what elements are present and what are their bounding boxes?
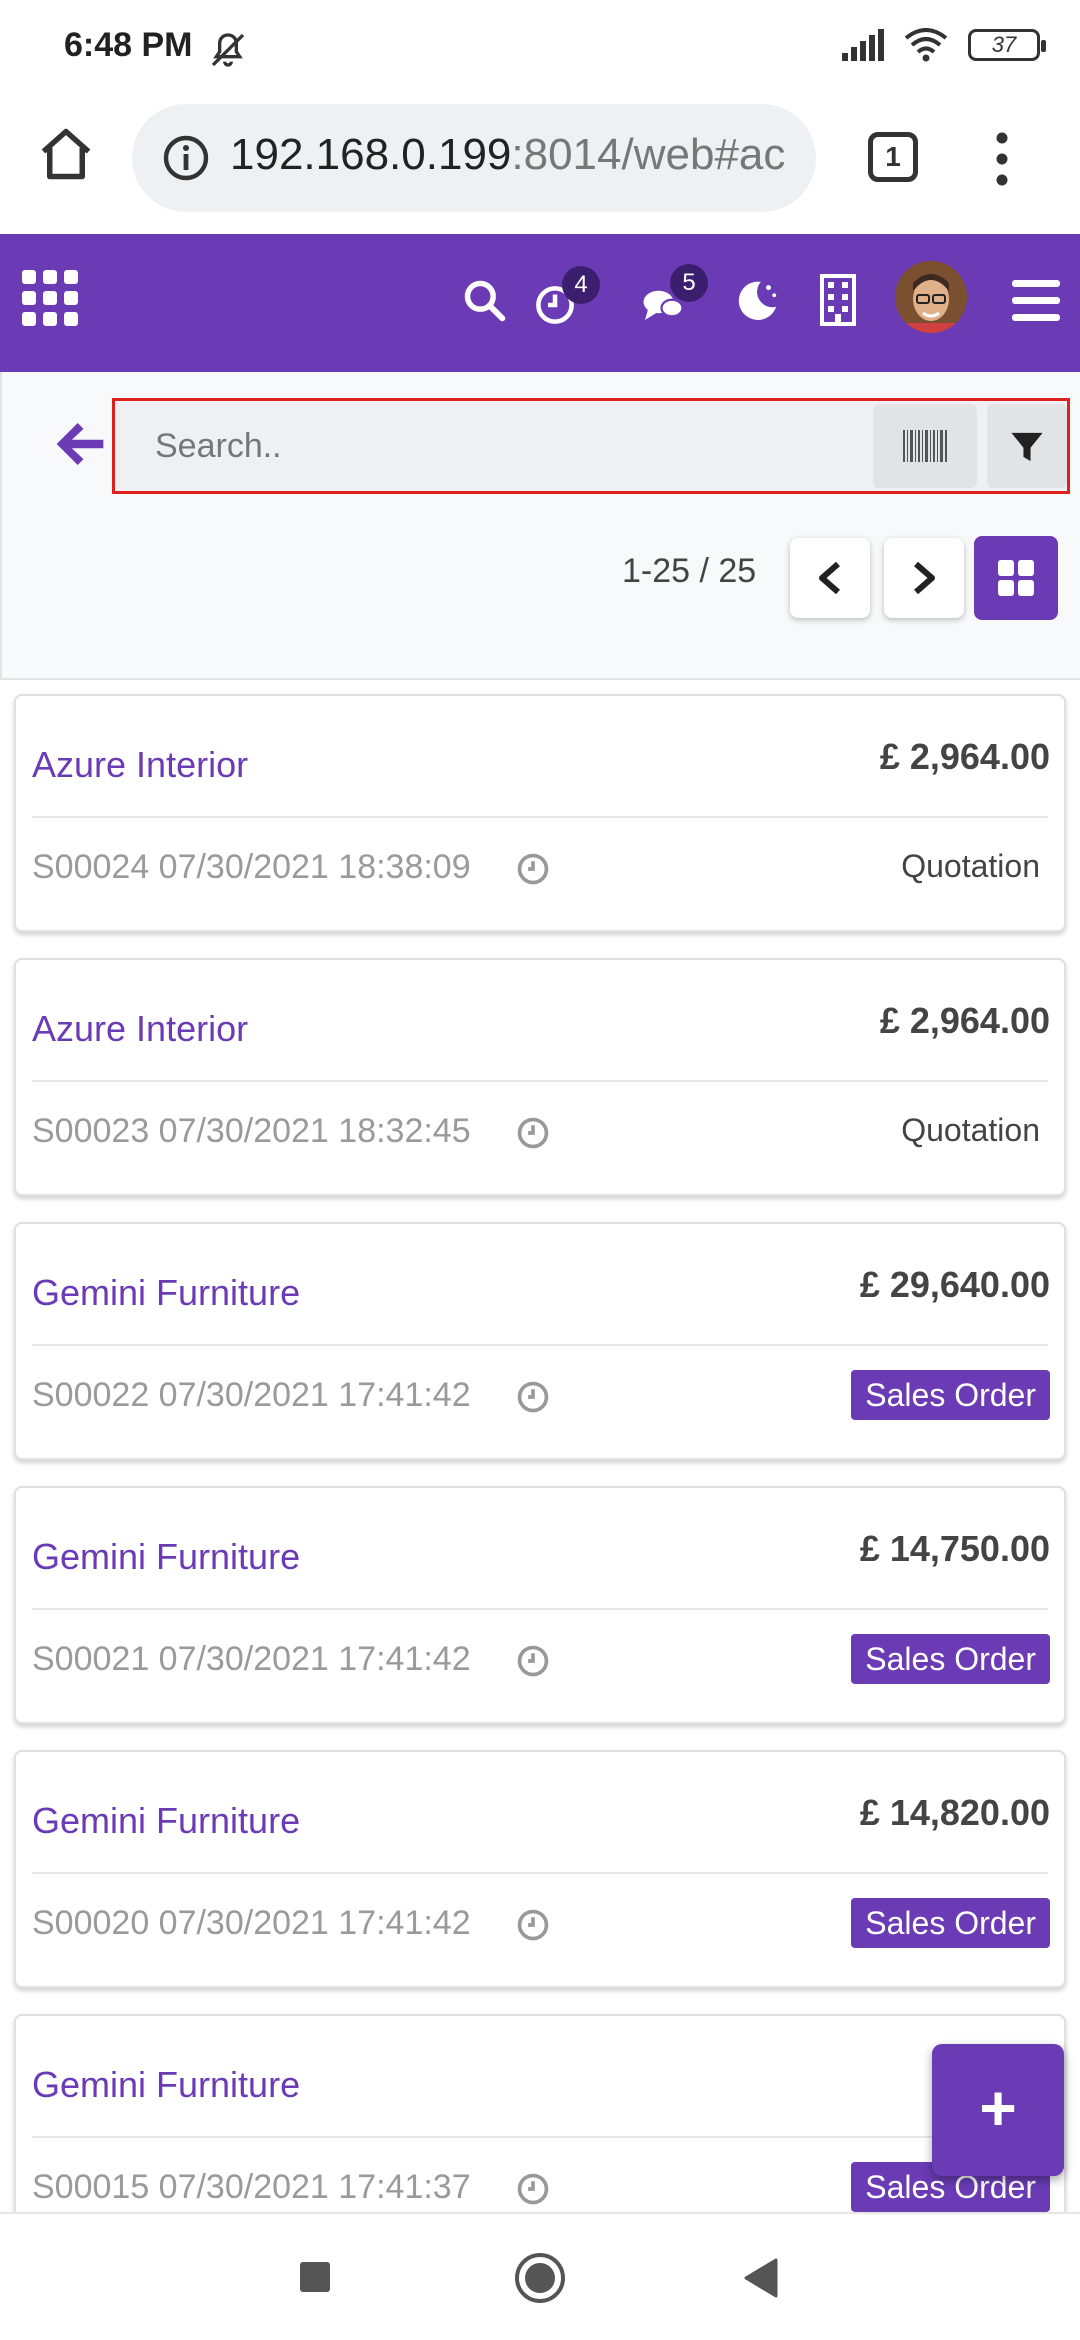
- order-reference: S00022 07/30/2021 17:41:42: [32, 1376, 471, 1414]
- customer-name: Gemini Furniture: [32, 1272, 301, 1313]
- android-navigation-bar: [0, 2212, 1080, 2340]
- card-divider: [32, 1080, 1048, 1082]
- order-amount: £ 14,750.00: [859, 1528, 1050, 1569]
- order-state-badge: Sales Order: [851, 1898, 1050, 1948]
- card-divider: [32, 816, 1048, 818]
- activity-clock-icon[interactable]: [516, 2172, 550, 2206]
- signal-icon: [842, 29, 884, 61]
- tab-switcher-button[interactable]: 1: [868, 132, 918, 182]
- url-text[interactable]: 192.168.0.199:8014/web#ac: [230, 130, 785, 180]
- plus-icon: +: [979, 2072, 1017, 2144]
- recents-square-icon[interactable]: [298, 2260, 332, 2294]
- control-panel: 1-25 / 25: [0, 372, 1080, 680]
- pager-next-button[interactable]: [884, 538, 964, 618]
- filter-funnel-icon: [1011, 432, 1043, 462]
- chevron-left-icon: [819, 562, 840, 594]
- messages-button[interactable]: 5: [640, 264, 710, 334]
- pager-value[interactable]: 1-25 / 25: [622, 552, 756, 591]
- barcode-icon: [903, 430, 947, 462]
- avatar-photo: [895, 261, 967, 333]
- search-icon[interactable]: [462, 278, 506, 322]
- home-circle-icon[interactable]: [514, 2252, 566, 2304]
- battery-indicator: 37: [968, 29, 1046, 61]
- chevron-right-icon: [914, 562, 935, 594]
- order-reference: S00021 07/30/2021 17:41:42: [32, 1640, 471, 1678]
- order-state-badge: Sales Order: [851, 1370, 1050, 1420]
- order-reference: S00015 07/30/2021 17:41:37: [32, 2168, 471, 2206]
- apps-grid-icon[interactable]: [22, 270, 78, 326]
- order-card[interactable]: Azure Interior £ 2,964.00 S00023 07/30/2…: [14, 958, 1066, 1196]
- browser-toolbar: 192.168.0.199:8014/web#ac 1: [0, 96, 1080, 234]
- order-card[interactable]: Gemini Furniture £ 14,750.00 S00021 07/3…: [14, 1486, 1066, 1724]
- user-avatar[interactable]: [895, 261, 967, 333]
- more-vert-icon[interactable]: [996, 132, 1008, 186]
- customer-name: Azure Interior: [32, 1008, 249, 1049]
- customer-name: Gemini Furniture: [32, 1800, 301, 1841]
- pager-previous-button[interactable]: [790, 538, 870, 618]
- status-time: 6:48 PM: [64, 26, 193, 64]
- url-path: :8014/web#ac: [511, 130, 786, 179]
- activity-clock-icon[interactable]: [516, 852, 550, 886]
- card-divider: [32, 1872, 1048, 1874]
- order-reference: S00024 07/30/2021 18:38:09: [32, 848, 471, 886]
- grid-view-icon: [998, 560, 1034, 596]
- order-reference: S00023 07/30/2021 18:32:45: [32, 1112, 471, 1150]
- barcode-scan-button[interactable]: [873, 404, 977, 488]
- order-state-badge: Sales Order: [851, 1634, 1050, 1684]
- url-host: 192.168.0.199: [230, 130, 512, 179]
- activity-clock-icon[interactable]: [516, 1644, 550, 1678]
- create-record-button[interactable]: +: [932, 2044, 1064, 2176]
- search-bar: [112, 398, 1070, 494]
- activity-clock-icon[interactable]: [516, 1380, 550, 1414]
- activity-button[interactable]: 4: [532, 266, 602, 334]
- order-state: Quotation: [901, 848, 1040, 884]
- messages-count-badge: 5: [670, 264, 708, 302]
- order-card[interactable]: Gemini Furniture £ 29,640.00 S00022 07/3…: [14, 1222, 1066, 1460]
- order-amount: £ 2,964.00: [879, 736, 1050, 777]
- card-divider: [32, 1608, 1048, 1610]
- card-divider: [32, 2136, 1048, 2138]
- status-bar: 6:48 PM 37: [0, 0, 1080, 96]
- hamburger-menu-icon[interactable]: [1012, 280, 1060, 322]
- info-icon[interactable]: [162, 134, 210, 182]
- activity-count-badge: 4: [562, 266, 600, 304]
- battery-level: 37: [991, 32, 1017, 57]
- order-reference: S00020 07/30/2021 17:41:42: [32, 1904, 471, 1942]
- kanban-view-button[interactable]: [974, 536, 1058, 620]
- back-arrow-icon[interactable]: [52, 416, 108, 472]
- battery-tip: [1041, 40, 1046, 52]
- wifi-icon: [904, 28, 948, 62]
- customer-name: Gemini Furniture: [32, 1536, 301, 1577]
- order-amount: £ 29,640.00: [859, 1264, 1050, 1305]
- order-amount: £ 14,820.00: [859, 1792, 1050, 1833]
- order-card[interactable]: Azure Interior £ 2,964.00 S00024 07/30/2…: [14, 694, 1066, 932]
- customer-name: Gemini Furniture: [32, 2064, 301, 2105]
- back-triangle-icon[interactable]: [742, 2258, 780, 2298]
- order-state: Quotation: [901, 1112, 1040, 1148]
- activity-clock-icon[interactable]: [516, 1116, 550, 1150]
- dark-mode-moon-icon[interactable]: [734, 278, 780, 324]
- app-navbar: 4 5: [0, 234, 1080, 372]
- order-amount: £ 2,964.00: [879, 1000, 1050, 1041]
- search-input[interactable]: [155, 413, 775, 479]
- address-bar[interactable]: 192.168.0.199:8014/web#ac: [132, 104, 816, 212]
- card-divider: [32, 1344, 1048, 1346]
- activity-clock-icon[interactable]: [516, 1908, 550, 1942]
- home-icon[interactable]: [36, 124, 96, 184]
- muted-bell-icon: [211, 33, 245, 67]
- customer-name: Azure Interior: [32, 744, 249, 785]
- filter-button[interactable]: [987, 404, 1067, 488]
- company-building-icon[interactable]: [820, 274, 856, 326]
- order-card[interactable]: Gemini Furniture £ 14,820.00 S00020 07/3…: [14, 1750, 1066, 1988]
